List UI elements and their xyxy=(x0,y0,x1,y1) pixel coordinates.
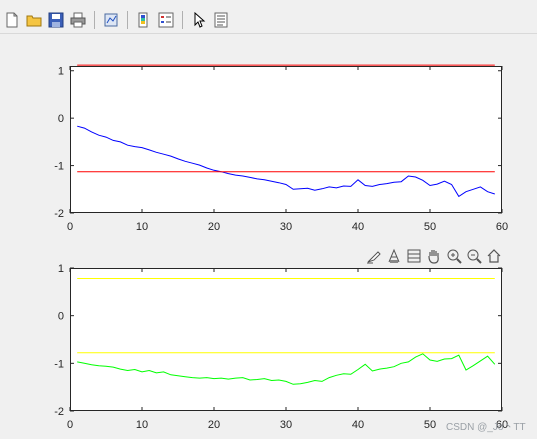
x-tick-label: 30 xyxy=(280,419,292,431)
figure-canvas: 0 10 20 30 40 50 60-2-101 0 10 20 30 40 50 60-2-101 xyxy=(54,64,508,431)
axes-toolbar xyxy=(364,246,503,265)
x-tick-label: 20 xyxy=(208,221,220,233)
y-tick-label: -1 xyxy=(54,358,64,370)
axes-top: 0 10 20 30 40 50 60 -2 -1 0 1 xyxy=(54,64,508,233)
y-tick-label: -1 xyxy=(54,161,64,173)
data-tips-icon[interactable] xyxy=(384,246,403,265)
axes-bottom: 0 10 20 30 40 50 60-2-101 xyxy=(54,263,508,431)
watermark: CSDN @_Jo丶TT xyxy=(446,422,526,433)
x-tick-label: 20 xyxy=(208,419,220,431)
brush-icon[interactable] xyxy=(364,246,383,265)
x-tick-label: 50 xyxy=(424,419,436,431)
x-tick-label: 30 xyxy=(280,221,292,233)
y-tick-label: -2 xyxy=(54,406,64,418)
rotate-icon[interactable] xyxy=(404,246,423,265)
x-tick-label: 0 xyxy=(67,221,73,233)
x-tick-label: 10 xyxy=(136,419,148,431)
y-tick-label: -2 xyxy=(54,208,64,220)
home-icon[interactable] xyxy=(484,246,503,265)
x-tick-label: 40 xyxy=(352,419,364,431)
x-tick-label: 50 xyxy=(424,221,436,233)
x-tick-label: 10 xyxy=(136,221,148,233)
zoom-out-icon[interactable] xyxy=(464,246,483,265)
zoom-in-icon[interactable] xyxy=(444,246,463,265)
y-tick-label: 0 xyxy=(58,311,64,323)
plot-area[interactable] xyxy=(70,268,502,411)
x-tick-label: 0 xyxy=(67,419,73,431)
plot-area[interactable] xyxy=(70,66,502,213)
y-tick-label: 1 xyxy=(58,263,64,275)
x-tick-label: 60 xyxy=(496,221,508,233)
x-tick-label: 40 xyxy=(352,221,364,233)
y-tick-label: 0 xyxy=(58,113,64,125)
y-tick-label: 1 xyxy=(58,66,64,78)
pan-hand-icon[interactable] xyxy=(424,246,443,265)
